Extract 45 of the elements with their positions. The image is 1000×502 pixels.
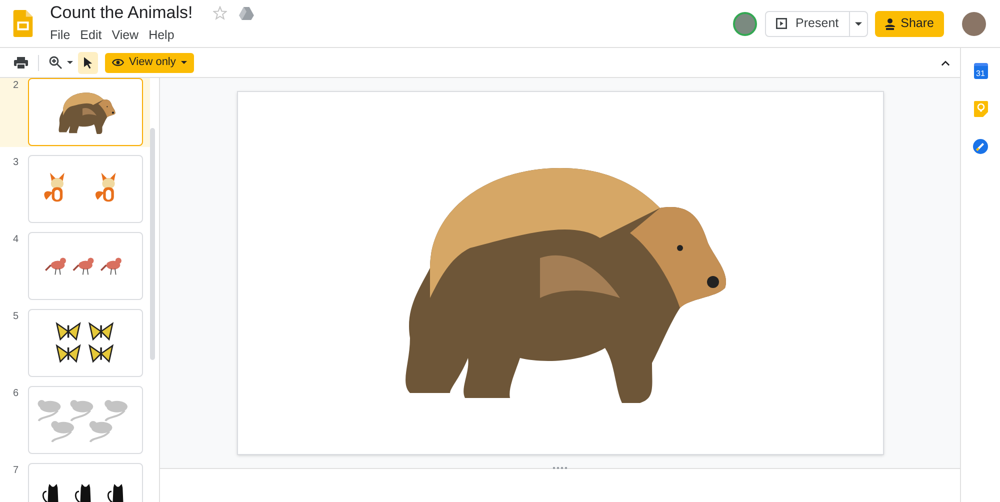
eye-icon — [112, 58, 124, 67]
select-tool-button[interactable] — [78, 52, 98, 74]
person-icon — [884, 18, 895, 30]
menu-item[interactable]: Help — [148, 26, 174, 45]
print-icon[interactable] — [14, 56, 28, 68]
slide-thumbnail[interactable] — [28, 232, 143, 300]
calendar-icon[interactable]: 31 — [974, 63, 988, 79]
slide-thumbnail[interactable] — [28, 309, 143, 377]
pencil-icon[interactable] — [973, 139, 988, 154]
drive-icon[interactable] — [238, 6, 254, 20]
slide-thumbnail[interactable] — [28, 386, 143, 454]
view-only-button[interactable]: View only — [105, 52, 194, 72]
document-title[interactable]: Count the Animals! — [50, 2, 193, 24]
caret-icon — [67, 61, 73, 64]
resize-handle[interactable] — [553, 467, 567, 470]
slide-number: 4 — [12, 233, 20, 247]
collaborator-avatar[interactable] — [732, 12, 757, 36]
slide-thumbnail-row[interactable]: 7 — [0, 463, 150, 502]
slide-number: 3 — [12, 156, 20, 170]
butterflies-drawing — [54, 320, 116, 366]
slide-thumbnail[interactable] — [28, 78, 143, 146]
zoom-icon — [49, 56, 62, 69]
menu-item[interactable]: File — [50, 26, 70, 45]
cursor-icon — [84, 56, 92, 68]
menu-item[interactable]: Edit — [80, 26, 102, 45]
zoom-button[interactable] — [49, 56, 73, 69]
slide-number: 7 — [12, 464, 20, 478]
slide-thumbnail-row[interactable]: 2 — [0, 78, 150, 147]
scrollbar[interactable] — [150, 128, 155, 360]
caret-icon — [854, 22, 862, 26]
menu-item[interactable]: View — [112, 26, 139, 45]
caret-icon — [180, 61, 187, 64]
slide-thumbnail-row[interactable]: 5 — [0, 309, 150, 378]
present-icon — [776, 18, 787, 29]
user-avatar[interactable] — [962, 12, 986, 36]
collapse-icon[interactable] — [941, 60, 950, 66]
slide-number: 5 — [12, 310, 20, 324]
slide-number: 2 — [12, 79, 20, 93]
slide-thumbnail-row[interactable]: 4 — [0, 232, 150, 301]
slide-thumbnail-row[interactable]: 6 — [0, 386, 150, 455]
slide-number: 6 — [12, 387, 20, 401]
slide-thumbnail-row[interactable]: 3 — [0, 155, 150, 224]
slide-thumbnail[interactable] — [28, 155, 143, 223]
star-icon[interactable] — [212, 6, 227, 20]
share-button[interactable]: Share — [874, 10, 944, 36]
